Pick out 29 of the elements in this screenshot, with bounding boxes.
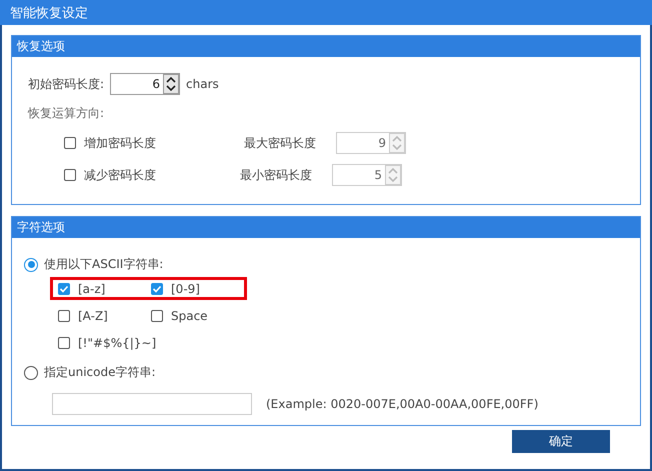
radio-button[interactable] (24, 258, 38, 272)
checkbox-label: [0-9] (171, 282, 200, 296)
radio-label: 指定unicode字符串: (44, 364, 156, 381)
checkbox[interactable] (58, 310, 70, 322)
radio-label: 使用以下ASCII字符串: (44, 256, 164, 273)
unit-label: chars (186, 77, 219, 91)
radio-button[interactable] (24, 366, 38, 380)
section-label: 恢复运算方向: (28, 105, 104, 122)
checkbox-label: [!"#$%{|}~] (78, 336, 156, 350)
checkbox[interactable] (151, 310, 163, 322)
checkbox-label: [A-Z] (78, 309, 108, 323)
checkbox-label: Space (171, 309, 208, 323)
unicode-input-field[interactable] (52, 393, 252, 415)
checkbox[interactable] (58, 283, 70, 295)
spin-arrows-icon[interactable] (163, 74, 180, 94)
hint-text: (Example: 0020-007E,00A0-00AA,00FE,00FF) (266, 397, 538, 411)
checkbox[interactable] (58, 337, 70, 349)
ok-button[interactable]: 确定 (512, 430, 610, 453)
field-label: 最小密码长度 (240, 166, 312, 184)
checkbox-label: [a-z] (78, 282, 106, 296)
length-spinner[interactable]: 6 (110, 73, 180, 95)
field-label: 最大密码长度 (244, 134, 316, 152)
checkbox[interactable] (151, 283, 163, 295)
panel-title: 字符选项 (12, 217, 640, 238)
checkbox-label: 增加密码长度 (84, 134, 156, 152)
field-label: 初始密码长度: (28, 76, 104, 92)
window-title: 智能恢复设定 (0, 0, 652, 25)
checkbox-label: 减少密码长度 (84, 166, 156, 184)
panel-title: 恢复选项 (12, 36, 640, 57)
